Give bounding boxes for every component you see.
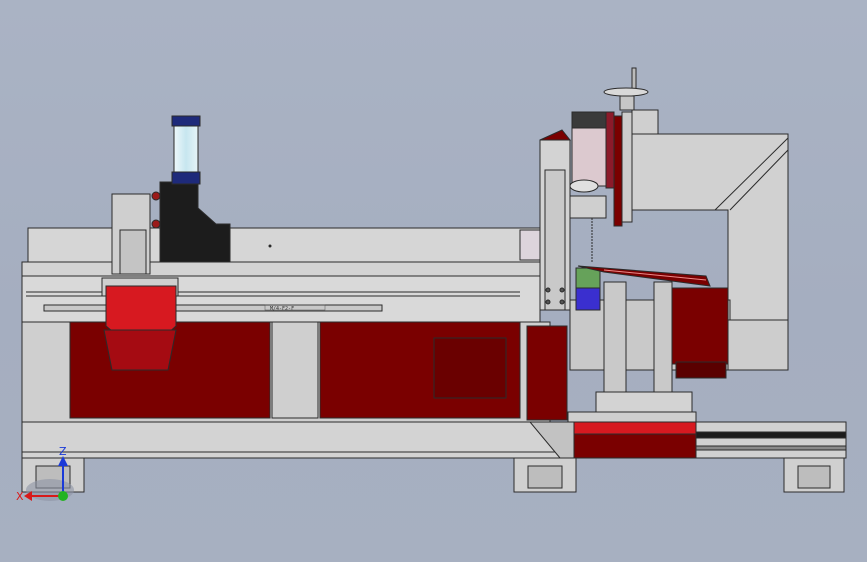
- z-axis-label: Z: [59, 445, 67, 458]
- bed-plate: [27, 227, 543, 263]
- pneumatic-column: [111, 115, 231, 275]
- lower-slide: [573, 421, 847, 493]
- red-cabinet-right: [671, 287, 729, 379]
- vertical-column: [539, 129, 572, 311]
- spindle-head: [569, 111, 633, 262]
- x-axis-label: X: [16, 490, 24, 503]
- cad-viewport[interactable]: M/4-F2-F Z X: [0, 0, 867, 562]
- svg-text:M/4-F2-F: M/4-F2-F: [270, 306, 294, 312]
- blue-motor: [575, 267, 601, 311]
- triad-origin: [58, 491, 68, 501]
- red-carriage: [101, 277, 179, 371]
